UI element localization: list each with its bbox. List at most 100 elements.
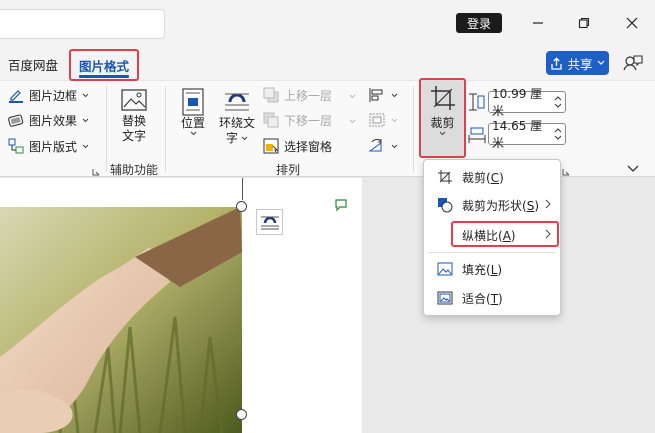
wrap-text-icon xyxy=(225,93,249,111)
shape-icon xyxy=(438,198,453,213)
menu-item-label: 裁剪为形状(S) xyxy=(462,198,539,213)
picture-layout-button[interactable]: 图片版式 xyxy=(8,135,89,157)
arrange-group-label: 排列 xyxy=(275,163,300,177)
share-button[interactable]: 共享 xyxy=(546,51,609,75)
chevron-down-icon xyxy=(349,113,356,127)
menu-item-crop-to-shape[interactable]: 裁剪为形状(S) xyxy=(424,192,560,218)
rotate-button[interactable] xyxy=(368,135,398,157)
fill-picture-icon xyxy=(437,262,453,276)
bring-forward-icon xyxy=(263,87,279,103)
chevron-down-icon xyxy=(241,136,248,141)
alt-text-button[interactable]: 替换 文字 xyxy=(114,88,154,144)
align-icon xyxy=(369,88,383,102)
minimize-icon[interactable] xyxy=(527,10,549,36)
position-label: 位置 xyxy=(180,116,205,130)
bring-forward-label: 上移一层 xyxy=(284,88,333,103)
group-separator xyxy=(413,86,414,172)
chevron-down-icon xyxy=(82,144,89,148)
active-tab-indicator xyxy=(79,75,129,78)
selection-pane-icon xyxy=(263,138,279,154)
alt-text-icon xyxy=(121,89,147,111)
layout-icon xyxy=(8,138,24,154)
picture-border-label: 图片边框 xyxy=(29,88,78,103)
comments-icon[interactable] xyxy=(622,53,644,75)
group-objects-button[interactable] xyxy=(368,109,398,131)
menu-item-fill[interactable]: 填充(L) xyxy=(424,256,560,282)
align-button[interactable] xyxy=(368,84,398,106)
page-corner-mark xyxy=(242,178,243,200)
height-value: 10.99 厘米 xyxy=(492,87,543,118)
position-button[interactable]: 位置 xyxy=(175,88,211,136)
layout-options-button[interactable] xyxy=(256,209,283,235)
wrap-text-label-2: 字 xyxy=(225,131,238,145)
resize-handle[interactable] xyxy=(236,409,247,420)
crop-button-content: 裁剪 xyxy=(421,85,464,136)
chevron-down-icon xyxy=(82,93,89,97)
login-button[interactable]: 登录 xyxy=(456,13,502,33)
crop-label: 裁剪 xyxy=(430,116,455,130)
chevron-down-icon xyxy=(597,60,604,65)
height-input[interactable]: 10.99 厘米 xyxy=(488,87,566,118)
group-separator xyxy=(165,86,166,172)
crop-icon xyxy=(438,170,452,184)
height-icon xyxy=(468,93,486,114)
rotate-icon xyxy=(368,138,382,152)
chevron-down-icon xyxy=(391,93,398,97)
tab-baidu-netdisk[interactable]: 百度网盘 xyxy=(8,52,58,76)
width-input[interactable]: 14.65 厘米 xyxy=(488,119,566,150)
send-backward-button[interactable]: 下移一层 xyxy=(263,109,356,131)
wrap-text-label-2-row: 字 xyxy=(226,131,248,146)
comment-icon[interactable] xyxy=(333,197,349,216)
fit-picture-icon xyxy=(437,291,453,305)
crop-icon xyxy=(430,86,455,110)
collapse-ribbon-icon[interactable] xyxy=(627,162,639,176)
pen-border-icon xyxy=(9,90,23,103)
group-separator xyxy=(106,86,107,172)
accessibility-group-label: 辅助功能 xyxy=(109,163,158,177)
aspect-ratio-highlight xyxy=(451,221,559,247)
dialog-launcher-icon[interactable] xyxy=(92,165,100,179)
chevron-down-icon xyxy=(391,144,398,148)
menu-item-label: 裁剪(C) xyxy=(462,170,504,185)
share-icon xyxy=(551,56,563,70)
alt-text-label-1: 替换 xyxy=(121,114,146,128)
picture-border-button[interactable]: 图片边框 xyxy=(8,84,89,106)
selected-picture[interactable] xyxy=(0,207,242,433)
bring-forward-button[interactable]: 上移一层 xyxy=(263,84,356,106)
menu-item-crop[interactable]: 裁剪(C) xyxy=(424,164,560,190)
layout-options-icon xyxy=(260,216,279,230)
chevron-down-icon xyxy=(349,88,356,102)
size-dialog-launcher-icon[interactable] xyxy=(562,165,570,179)
effects-icon xyxy=(8,114,24,127)
position-icon xyxy=(182,88,204,116)
wrap-text-button[interactable]: 环绕文 字 xyxy=(215,88,259,146)
restore-icon[interactable] xyxy=(573,10,595,36)
selection-pane-button[interactable]: 选择窗格 xyxy=(263,135,332,157)
chevron-down-icon xyxy=(190,131,196,136)
spinner-icon[interactable] xyxy=(554,128,562,140)
menu-divider xyxy=(428,252,556,253)
width-value: 14.65 厘米 xyxy=(492,119,543,150)
chevron-down-icon xyxy=(391,118,398,122)
chevron-right-icon xyxy=(545,198,551,212)
width-icon xyxy=(468,125,486,146)
chevron-down-icon xyxy=(82,118,89,122)
picture-effects-label: 图片效果 xyxy=(29,113,78,128)
picture-layout-label: 图片版式 xyxy=(29,139,78,154)
send-backward-icon xyxy=(263,112,279,128)
group-icon xyxy=(369,113,385,127)
spinner-icon[interactable] xyxy=(554,96,562,108)
menu-item-label: 填充(L) xyxy=(462,262,503,277)
wrap-text-label-1: 环绕文 xyxy=(218,116,255,130)
menu-item-fit[interactable]: 适合(T) xyxy=(424,285,560,311)
search-input[interactable] xyxy=(0,9,165,39)
menu-item-label: 适合(T) xyxy=(462,291,503,306)
chevron-down-icon xyxy=(439,131,446,136)
close-icon[interactable] xyxy=(621,10,643,36)
send-backward-label: 下移一层 xyxy=(284,113,333,128)
picture-effects-button[interactable]: 图片效果 xyxy=(8,109,89,131)
resize-handle[interactable] xyxy=(236,201,247,212)
selection-pane-label: 选择窗格 xyxy=(284,139,333,154)
share-label: 共享 xyxy=(567,56,593,72)
alt-text-label-2: 文字 xyxy=(121,129,146,143)
